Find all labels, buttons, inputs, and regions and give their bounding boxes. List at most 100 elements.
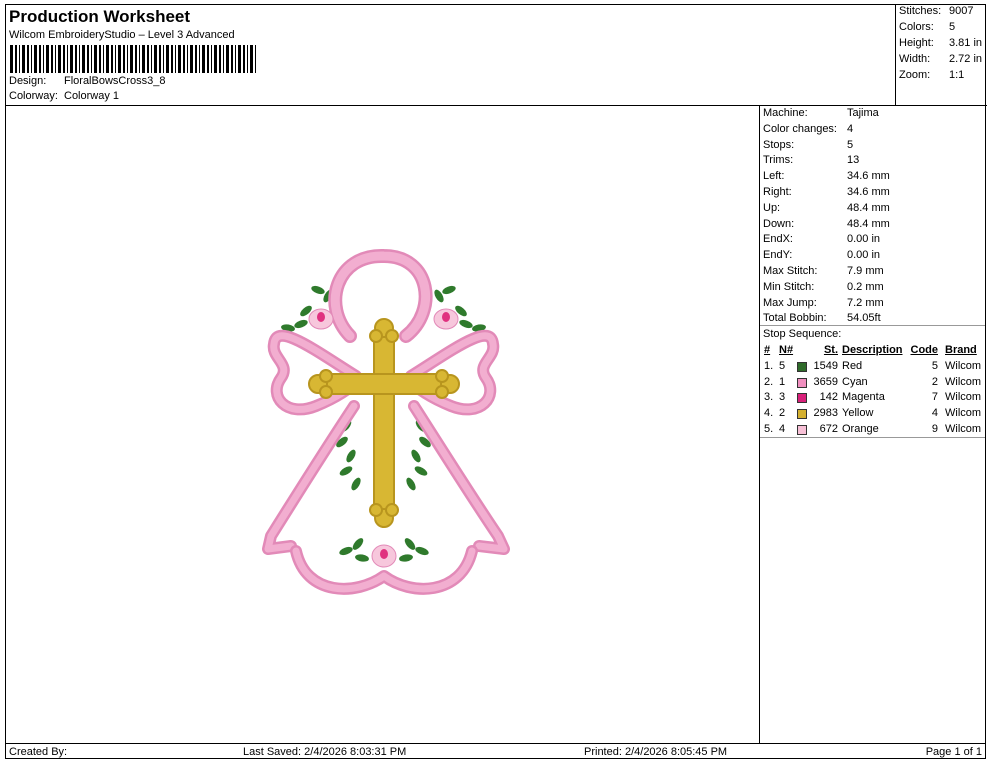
summary-box: Stitches: 9007 Colors: 5 Height: 3.81 in Wi… xyxy=(895,4,987,106)
zoom-label: Zoom: xyxy=(899,69,931,81)
design-row: Design: FloralBowsCross3_8 xyxy=(9,75,165,87)
row-stitches: 1549 xyxy=(813,359,838,372)
created-by: Created By: xyxy=(9,746,68,758)
barcode-bar xyxy=(247,45,248,73)
info-row: Machine: Tajima xyxy=(760,106,985,122)
barcode-bar xyxy=(91,45,92,73)
info-row: EndX: 0.00 in xyxy=(760,232,985,248)
leaf xyxy=(346,449,356,463)
barcode-bar xyxy=(10,45,13,73)
row-brand: Wilcom xyxy=(945,375,982,388)
barcode-bar xyxy=(202,45,205,73)
table-header-row: # N# St. Description Code Brand xyxy=(760,343,985,359)
info-row: Max Jump: 7.2 mm xyxy=(760,296,985,312)
barcode-bar xyxy=(79,45,80,73)
header-brand: Brand xyxy=(945,344,977,356)
barcode-bar xyxy=(106,45,109,73)
row-description: Yellow xyxy=(842,407,874,420)
row-index: 5. xyxy=(764,422,774,435)
barcode-bar xyxy=(139,45,140,73)
info-value: Tajima xyxy=(847,107,879,119)
barcode-bar xyxy=(231,45,233,73)
info-row: Max Stitch: 7.9 mm xyxy=(760,264,985,280)
leaf xyxy=(414,466,428,476)
barcode-bar xyxy=(67,45,68,73)
row-needle: 2 xyxy=(779,407,786,420)
barcode-bar xyxy=(135,45,137,73)
colorway-row: Colorway: Colorway 1 xyxy=(9,90,119,102)
info-label: Max Stitch: xyxy=(763,264,818,277)
barcode-bar xyxy=(147,45,149,73)
leaf xyxy=(339,546,353,556)
row-code: 9 xyxy=(931,422,938,435)
leaf xyxy=(355,554,369,562)
info-row: Down: 48.4 mm xyxy=(760,217,985,233)
info-value: 7.9 mm xyxy=(847,264,884,277)
worksheet-frame: Production Worksheet Wilcom EmbroiderySt… xyxy=(5,4,987,759)
info-value: 13 xyxy=(847,154,860,167)
stop-sequence-panel: Stop Sequence: # N# St. Description Code… xyxy=(760,325,985,438)
info-row: Stops: 5 xyxy=(760,138,985,154)
leaf xyxy=(351,477,361,491)
row-code: 7 xyxy=(931,391,938,404)
table-row: 5. 4 672 Orange 9 Wilcom xyxy=(760,422,985,438)
height-row: Height: 3.81 in xyxy=(899,37,982,49)
info-row: Right: 34.6 mm xyxy=(760,185,985,201)
barcode-bar xyxy=(178,45,181,73)
barcode-bar xyxy=(199,45,200,73)
info-label: Down: xyxy=(763,217,795,230)
barcode-bar xyxy=(87,45,89,73)
barcode-bar xyxy=(46,45,49,73)
info-label: EndX: xyxy=(763,233,793,246)
table-row: 3. 3 142 Magenta 7 Wilcom xyxy=(760,390,985,406)
barcode-bar xyxy=(31,45,32,73)
barcode-bar xyxy=(51,45,53,73)
stop-sequence-table: # N# St. Description Code Brand 1. 5 1549 R… xyxy=(760,343,985,438)
barcode-bar xyxy=(99,45,101,73)
info-label: Color changes: xyxy=(763,122,837,135)
info-label: EndY: xyxy=(763,249,793,262)
info-value: 7.2 mm xyxy=(847,296,884,309)
barcode-bar xyxy=(63,45,65,73)
width-label: Width: xyxy=(899,53,931,65)
barcode-bar xyxy=(171,45,173,73)
info-label: Trims: xyxy=(763,154,794,167)
barcode-bar xyxy=(142,45,145,73)
info-value: 0.00 in xyxy=(847,233,881,246)
info-row: Left: 34.6 mm xyxy=(760,169,985,185)
info-value: 54.05ft xyxy=(847,312,881,325)
barcode-bar xyxy=(195,45,197,73)
leaf xyxy=(406,477,416,491)
barcode-bar xyxy=(115,45,116,73)
barcode-bar xyxy=(94,45,97,73)
row-description: Red xyxy=(842,359,863,372)
width-row: Width: 2.72 in xyxy=(899,53,982,65)
barcode-bar xyxy=(226,45,229,73)
row-stitches: 142 xyxy=(819,391,838,404)
design-preview xyxy=(6,106,760,743)
row-code: 4 xyxy=(931,407,938,420)
row-code: 2 xyxy=(931,375,938,388)
design-label: Design: xyxy=(9,75,47,87)
barcode-bar xyxy=(103,45,104,73)
row-needle: 1 xyxy=(779,375,786,388)
row-needle: 3 xyxy=(779,391,786,404)
info-label: Right: xyxy=(763,185,792,198)
info-label: Up: xyxy=(763,201,781,214)
barcode-bar xyxy=(19,45,20,73)
barcode-bar xyxy=(39,45,41,73)
barcode-bar xyxy=(70,45,73,73)
stitches-row: Stitches: 9007 xyxy=(899,5,973,17)
barcode-bar xyxy=(250,45,253,73)
width-value: 2.72 in xyxy=(949,53,983,65)
color-swatch xyxy=(797,377,807,388)
barcode-bar xyxy=(123,45,125,73)
row-brand: Wilcom xyxy=(945,407,982,420)
barcode-bar xyxy=(219,45,221,73)
header-description: Description xyxy=(842,344,903,356)
info-row: Up: 48.4 mm xyxy=(760,201,985,217)
info-value: 4 xyxy=(847,122,854,135)
table-row: 2. 1 3659 Cyan 2 Wilcom xyxy=(760,375,985,391)
barcode-bar xyxy=(55,45,56,73)
colors-row: Colors: 5 xyxy=(899,21,955,33)
